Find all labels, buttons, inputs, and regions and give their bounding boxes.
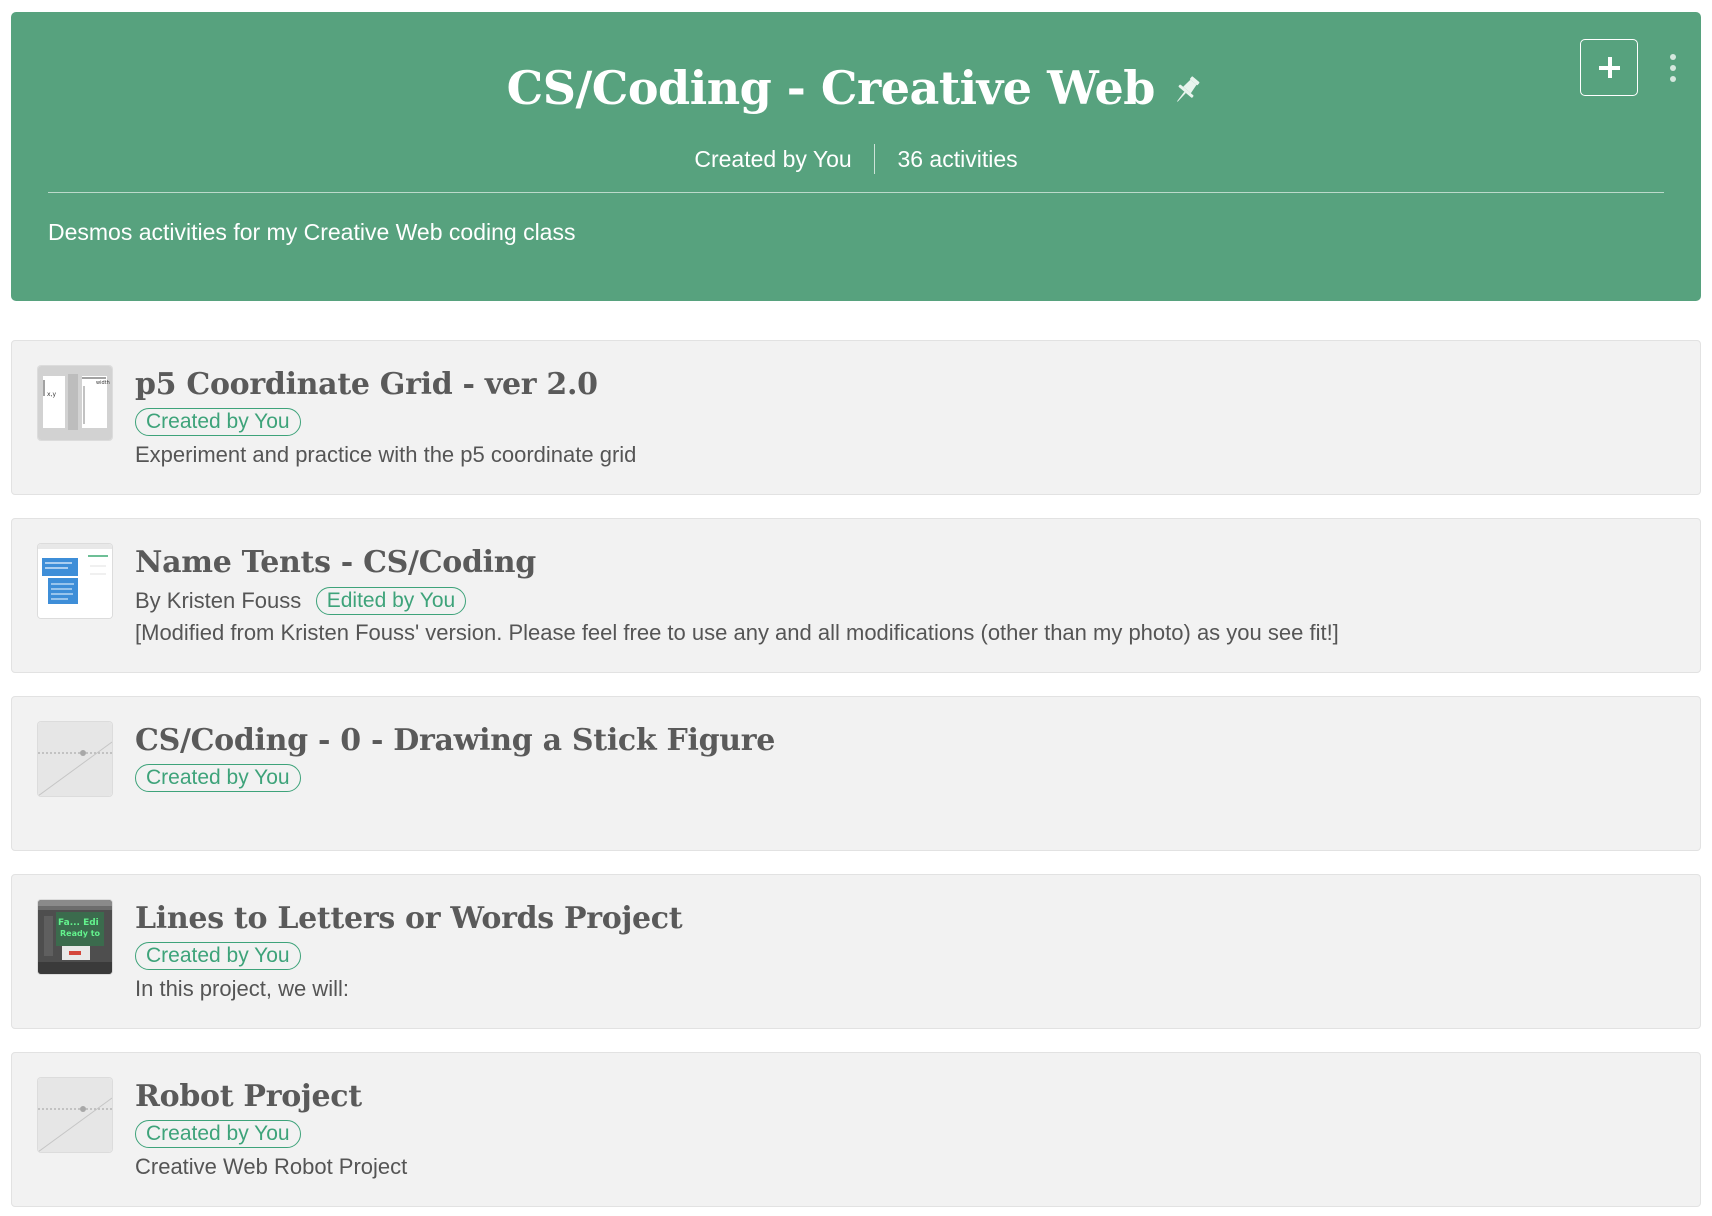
add-activity-button[interactable] <box>1580 39 1638 96</box>
activity-tags: Created by You <box>135 942 1680 972</box>
svg-text:Ready to: Ready to <box>60 929 101 938</box>
graph-placeholder-thumbnail <box>38 1078 112 1152</box>
ownership-badge: Created by You <box>135 1120 301 1148</box>
activity-description: Experiment and practice with the p5 coor… <box>135 442 637 467</box>
ownership-badge: Created by You <box>135 764 301 792</box>
activity-card[interactable]: Robot Project Created by You Creative We… <box>11 1052 1701 1207</box>
name-tents-thumbnail <box>38 544 112 618</box>
collection-page: CS/Coding - Creative Web Created by You … <box>0 0 1712 1216</box>
more-options-button[interactable] <box>1661 50 1685 86</box>
collection-title-row: CS/Coding - Creative Web <box>11 58 1701 118</box>
activity-tags: By Kristen Fouss Edited by You <box>135 586 1680 616</box>
more-vertical-icon <box>1670 54 1676 60</box>
activity-author: By Kristen Fouss <box>135 588 302 613</box>
activity-card-body: Name Tents - CS/Coding By Kristen Fouss … <box>135 543 1680 648</box>
activity-title[interactable]: Lines to Letters or Words Project <box>135 899 1680 939</box>
activity-title[interactable]: Name Tents - CS/Coding <box>135 543 1680 583</box>
activity-title[interactable]: CS/Coding - 0 - Drawing a Stick Figure <box>135 721 1680 761</box>
activity-card[interactable]: Fa... Edi Ready to Lines to Letters or W… <box>11 874 1701 1029</box>
activity-tags: Created by You <box>135 1120 1680 1150</box>
activity-tags: Created by You <box>135 408 1680 438</box>
meta-divider <box>874 143 876 174</box>
activity-card[interactable]: x,y width p5 Coordinate Grid - ver 2.0 C… <box>11 340 1701 495</box>
graph-placeholder-thumbnail <box>38 722 112 796</box>
activity-title[interactable]: Robot Project <box>135 1077 1680 1117</box>
activity-tags: Created by You <box>135 764 1680 794</box>
svg-text:width: width <box>96 380 110 386</box>
coordinate-grid-thumbnail: x,y width <box>38 366 112 440</box>
pin-icon[interactable] <box>1169 72 1205 108</box>
activity-card[interactable]: CS/Coding - 0 - Drawing a Stick Figure C… <box>11 696 1701 851</box>
header-divider <box>48 192 1664 193</box>
ownership-badge: Edited by You <box>315 587 467 615</box>
collection-header: CS/Coding - Creative Web Created by You … <box>11 12 1701 301</box>
activity-title[interactable]: p5 Coordinate Grid - ver 2.0 <box>135 365 1680 405</box>
svg-text:Fa... Edi: Fa... Edi <box>58 918 99 928</box>
project-screenshot-thumbnail: Fa... Edi Ready to <box>38 900 112 974</box>
ownership-badge: Created by You <box>135 408 301 436</box>
activity-description: In this project, we will: <box>135 976 349 1001</box>
activity-card-body: Robot Project Created by You Creative We… <box>135 1077 1680 1182</box>
activity-card-body: p5 Coordinate Grid - ver 2.0 Created by … <box>135 365 1680 470</box>
collection-creator: Created by You <box>694 145 852 172</box>
activity-card-body: CS/Coding - 0 - Drawing a Stick Figure C… <box>135 721 1680 796</box>
svg-text:x,y: x,y <box>47 391 56 398</box>
activity-card[interactable]: Name Tents - CS/Coding By Kristen Fouss … <box>11 518 1701 673</box>
collection-meta: Created by You 36 activities <box>11 142 1701 174</box>
activity-card-body: Lines to Letters or Words Project Create… <box>135 899 1680 1004</box>
activity-count: 36 activities <box>897 145 1018 172</box>
collection-title: CS/Coding - Creative Web <box>506 61 1156 115</box>
activity-description: [Modified from Kristen Fouss' version. P… <box>135 620 1339 645</box>
collection-description: Desmos activities for my Creative Web co… <box>48 219 576 245</box>
ownership-badge: Created by You <box>135 942 301 970</box>
activity-description: Creative Web Robot Project <box>135 1154 408 1179</box>
